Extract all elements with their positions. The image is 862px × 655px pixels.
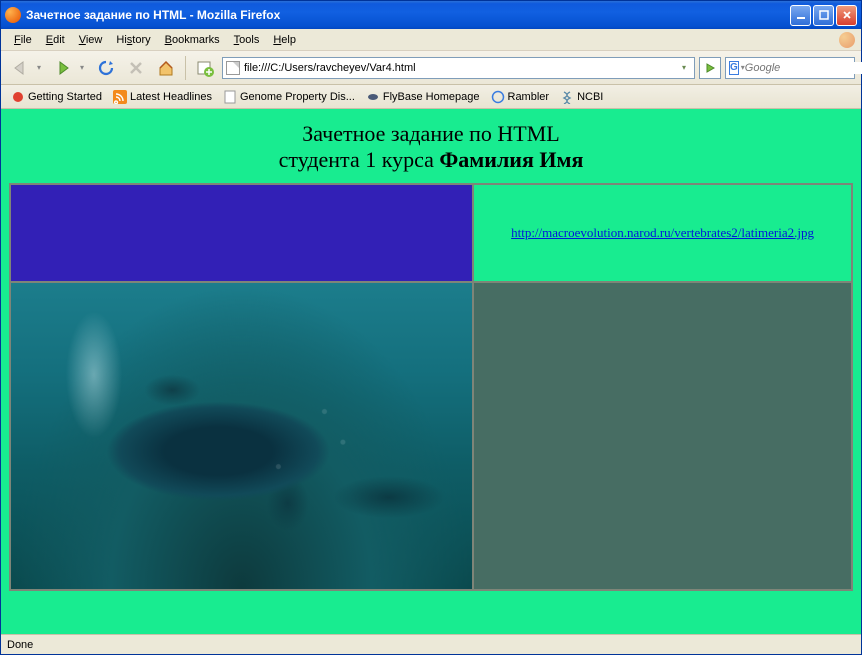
bookmark-rambler[interactable]: Rambler	[487, 88, 554, 106]
menu-tools[interactable]: Tools	[227, 32, 267, 48]
heading-line2-b: Фамилия Имя	[439, 147, 583, 172]
status-bar: Done	[1, 634, 861, 654]
firefox-icon	[5, 7, 21, 23]
status-text: Done	[7, 639, 33, 651]
menu-help[interactable]: Help	[266, 32, 303, 48]
content-area: Зачетное задание по HTML студента 1 курс…	[1, 109, 861, 634]
bookmark-label: FlyBase Homepage	[383, 91, 480, 103]
bookmark-genome[interactable]: Genome Property Dis...	[219, 88, 359, 106]
navigation-toolbar: ▾ ▾ ▾ G ▾	[1, 51, 861, 85]
menubar: File Edit View History Bookmarks Tools H…	[1, 29, 861, 51]
maximize-button[interactable]	[813, 5, 834, 26]
cell-link: http://macroevolution.narod.ru/vertebrat…	[473, 184, 852, 282]
toolbar-separator	[185, 56, 186, 80]
home-button[interactable]	[153, 55, 179, 81]
back-dropdown[interactable]: ▾	[37, 63, 46, 72]
menu-view[interactable]: View	[72, 32, 110, 48]
page-icon	[223, 90, 237, 104]
menu-file[interactable]: File	[7, 32, 39, 48]
bookmark-getting-started[interactable]: Getting Started	[7, 88, 106, 106]
url-input[interactable]	[244, 62, 682, 74]
cell-blue	[10, 184, 473, 282]
stop-button[interactable]	[123, 55, 149, 81]
image-link[interactable]: http://macroevolution.narod.ru/vertebrat…	[511, 225, 814, 240]
fish-image	[11, 283, 472, 589]
main-table: http://macroevolution.narod.ru/vertebrat…	[9, 183, 853, 591]
forward-dropdown[interactable]: ▾	[80, 63, 89, 72]
address-bar[interactable]: ▾	[222, 57, 695, 79]
new-tab-button[interactable]	[192, 55, 218, 81]
page-body: Зачетное задание по HTML студента 1 курс…	[1, 109, 861, 597]
window-title: Зачетное задание по HTML - Mozilla Firef…	[26, 8, 280, 22]
page-icon	[226, 61, 240, 75]
menu-history[interactable]: History	[109, 32, 157, 48]
rambler-icon	[491, 90, 505, 104]
fly-icon	[366, 90, 380, 104]
bookmark-ncbi[interactable]: NCBI	[556, 88, 607, 106]
cell-image	[10, 282, 473, 590]
titlebar[interactable]: Зачетное задание по HTML - Mozilla Firef…	[1, 1, 861, 29]
url-dropdown[interactable]: ▾	[682, 63, 691, 72]
bookmark-latest-headlines[interactable]: Latest Headlines	[109, 88, 216, 106]
search-box[interactable]: G ▾	[725, 57, 855, 79]
heading-line1: Зачетное задание по HTML	[302, 121, 559, 146]
go-button[interactable]	[699, 57, 721, 79]
search-input[interactable]	[745, 62, 862, 74]
close-button[interactable]	[836, 5, 857, 26]
bookmarks-toolbar: Getting Started Latest Headlines Genome …	[1, 85, 861, 109]
bookmark-label: Getting Started	[28, 91, 102, 103]
heading-line2-a: студента 1 курса	[279, 147, 440, 172]
back-button[interactable]	[7, 55, 33, 81]
cell-dark	[473, 282, 852, 590]
star-icon	[11, 90, 25, 104]
bookmark-label: NCBI	[577, 91, 603, 103]
menu-bookmarks[interactable]: Bookmarks	[158, 32, 227, 48]
bookmark-label: Rambler	[508, 91, 550, 103]
bookmark-label: Genome Property Dis...	[240, 91, 355, 103]
bookmark-flybase[interactable]: FlyBase Homepage	[362, 88, 484, 106]
rss-icon	[113, 90, 127, 104]
google-icon[interactable]: G	[729, 61, 739, 75]
page-heading: Зачетное задание по HTML студента 1 курс…	[9, 115, 853, 183]
forward-button[interactable]	[50, 55, 76, 81]
minimize-button[interactable]	[790, 5, 811, 26]
throbber-icon	[839, 32, 855, 48]
menu-edit[interactable]: Edit	[39, 32, 72, 48]
ncbi-icon	[560, 90, 574, 104]
reload-button[interactable]	[93, 55, 119, 81]
bookmark-label: Latest Headlines	[130, 91, 212, 103]
